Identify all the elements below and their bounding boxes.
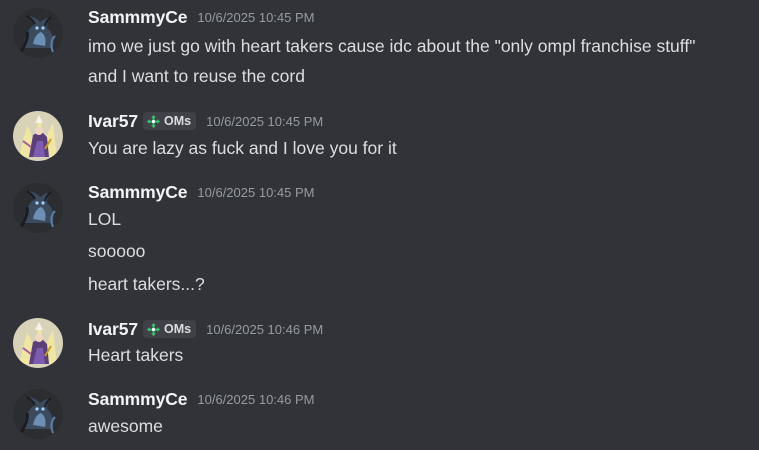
clan-tag-badge[interactable]: OMs xyxy=(143,112,197,130)
clan-tag-label: OMs xyxy=(164,322,192,336)
user-avatar[interactable] xyxy=(13,183,63,233)
clan-tag-badge[interactable]: OMs xyxy=(143,320,197,338)
timestamp: 10/6/2025 10:45 PM xyxy=(197,184,315,200)
timestamp: 10/6/2025 10:45 PM xyxy=(206,113,324,129)
diamond-arrows-icon xyxy=(146,114,161,129)
username[interactable]: SammmyCe xyxy=(88,182,187,203)
message-text: heart takers...? xyxy=(88,274,205,294)
user-avatar[interactable] xyxy=(13,8,63,58)
message-text: and I want to reuse the cord xyxy=(88,66,305,86)
message-header: SammmyCe 10/6/2025 10:46 PM xyxy=(88,388,314,410)
username[interactable]: SammmyCe xyxy=(88,389,187,410)
chat-message-list: SammmyCe 10/6/2025 10:45 PM imo we just … xyxy=(0,0,759,450)
user-avatar[interactable] xyxy=(13,111,63,161)
message-header: SammmyCe 10/6/2025 10:45 PM xyxy=(88,6,314,28)
character-avatar-icon xyxy=(13,111,63,161)
message-header: Ivar57 OMs 10/6/2025 10:46 PM xyxy=(88,318,323,340)
message-text: Heart takers xyxy=(88,345,184,365)
dragon-avatar-icon xyxy=(13,8,63,58)
user-avatar[interactable] xyxy=(13,318,63,368)
diamond-arrows-icon xyxy=(146,322,161,337)
username[interactable]: Ivar57 xyxy=(88,319,138,340)
timestamp: 10/6/2025 10:45 PM xyxy=(197,9,315,25)
message-text: LOL xyxy=(88,209,122,229)
username[interactable]: Ivar57 xyxy=(88,111,138,132)
timestamp: 10/6/2025 10:46 PM xyxy=(206,321,324,337)
message-text: sooooo xyxy=(88,241,146,261)
clan-tag-label: OMs xyxy=(164,114,192,128)
timestamp: 10/6/2025 10:46 PM xyxy=(197,391,315,407)
message-header: Ivar57 OMs 10/6/2025 10:45 PM xyxy=(88,110,323,132)
character-avatar-icon xyxy=(13,318,63,368)
dragon-avatar-icon xyxy=(13,183,63,233)
user-avatar[interactable] xyxy=(13,389,63,439)
message-text: imo we just go with heart takers cause i… xyxy=(88,36,696,56)
message-text: awesome xyxy=(88,416,163,436)
dragon-avatar-icon xyxy=(13,389,63,439)
message-header: SammmyCe 10/6/2025 10:45 PM xyxy=(88,181,314,203)
username[interactable]: SammmyCe xyxy=(88,7,187,28)
message-text: You are lazy as fuck and I love you for … xyxy=(88,138,397,158)
